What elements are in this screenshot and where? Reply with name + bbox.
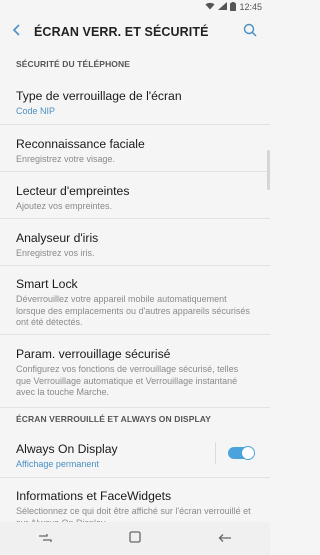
list-item-smart-lock[interactable]: Smart Lock Déverrouillez votre appareil … [0, 266, 270, 335]
item-title: Type de verrouillage de l'écran [16, 89, 182, 103]
item-subtitle: Déverrouillez votre appareil mobile auto… [16, 294, 250, 327]
item-subtitle: Enregistrez vos iris. [16, 248, 95, 258]
item-title: Reconnaissance faciale [16, 137, 145, 151]
back-arrow-icon [12, 23, 22, 41]
list-item-secure-lock-settings[interactable]: Param. verrouillage sécurisé Configurez … [0, 335, 270, 407]
item-subtitle: Code NIP [16, 106, 56, 116]
item-title: Param. verrouillage sécurisé [16, 347, 171, 361]
divider [215, 442, 216, 464]
battery-icon [230, 1, 237, 13]
wifi-icon [205, 2, 215, 12]
header: ÉCRAN VERR. ET SÉCURITÉ [0, 14, 270, 50]
toggle-container [215, 442, 255, 464]
toggle-knob [241, 446, 255, 460]
recent-apps-icon [38, 530, 52, 548]
home-button[interactable] [115, 522, 155, 555]
scroll-indicator[interactable] [267, 150, 270, 190]
signal-icon [218, 2, 228, 12]
back-button[interactable] [0, 14, 34, 50]
page-title: ÉCRAN VERR. ET SÉCURITÉ [34, 25, 209, 39]
search-button[interactable] [240, 22, 260, 42]
list-item-face-recognition[interactable]: Reconnaissance faciale Enregistrez votre… [0, 125, 270, 172]
section-header-lock-screen-aod: ÉCRAN VERROUILLÉ ET ALWAYS ON DISPLAY [0, 407, 270, 428]
list-item-iris-scanner[interactable]: Analyseur d'iris Enregistrez vos iris. [0, 219, 270, 266]
home-icon [129, 530, 141, 548]
status-bar: 12:45 [0, 0, 270, 14]
list-item-fingerprint-scanner[interactable]: Lecteur d'empreintes Ajoutez vos emprein… [0, 172, 270, 219]
item-title: Analyseur d'iris [16, 231, 99, 245]
settings-list: SÉCURITÉ DU TÉLÉPHONE Type de verrouilla… [0, 52, 270, 538]
item-subtitle: Ajoutez vos empreintes. [16, 201, 113, 211]
list-item-always-on-display[interactable]: Always On Display Affichage permanent [0, 428, 270, 478]
item-title: Smart Lock [16, 277, 78, 291]
section-header-phone-security: SÉCURITÉ DU TÉLÉPHONE [16, 59, 131, 69]
recent-apps-button[interactable] [25, 522, 65, 555]
list-item-screen-lock-type[interactable]: Type de verrouillage de l'écran Code NIP [0, 73, 270, 125]
item-subtitle: Configurez vos fonctions de verrouillage… [16, 364, 239, 397]
always-on-display-toggle[interactable] [228, 446, 255, 460]
navigation-bar [0, 522, 270, 555]
item-title: Informations et FaceWidgets [16, 489, 172, 503]
search-icon [243, 23, 257, 42]
item-title: Lecteur d'empreintes [16, 184, 130, 198]
back-nav-button[interactable] [205, 522, 245, 555]
item-subtitle: Enregistrez votre visage. [16, 154, 116, 164]
status-time: 12:45 [239, 2, 262, 12]
back-nav-icon [218, 530, 232, 548]
